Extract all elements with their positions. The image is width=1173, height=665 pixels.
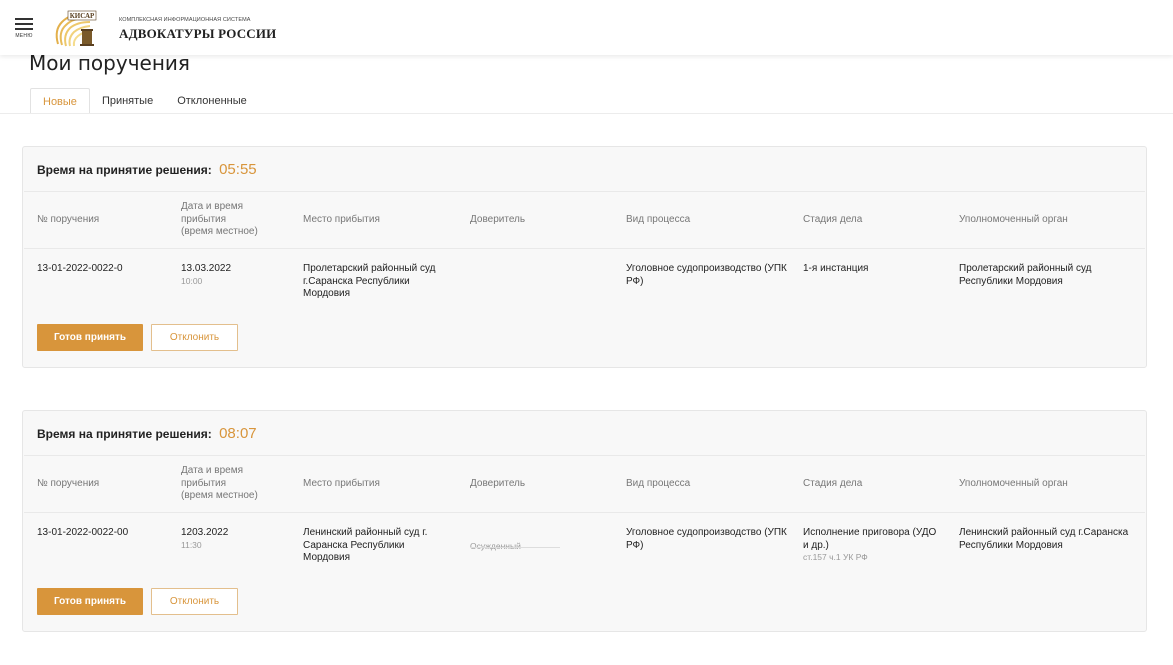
case-stage-label: 1-я инстанция bbox=[803, 263, 869, 274]
logo[interactable]: КИСАР bbox=[52, 8, 114, 48]
principal-redacted bbox=[470, 547, 560, 548]
divider bbox=[24, 512, 1145, 513]
column-header-principal: Доверитель bbox=[470, 478, 526, 489]
arrival-datetime: 13.03.2022 10:00 bbox=[181, 263, 291, 287]
timer-value: 08:07 bbox=[219, 425, 257, 442]
column-header-datetime-line: Дата и время bbox=[181, 465, 244, 476]
case-stage: 1-я инстанция bbox=[803, 263, 943, 276]
column-header-stage: Стадия дела bbox=[803, 214, 863, 225]
process-type: Уголовное судопроизводство (УПК РФ) bbox=[626, 527, 787, 551]
hamburger-icon-bar bbox=[15, 28, 33, 30]
arrival-date: 1203.2022 bbox=[181, 527, 229, 538]
column-header-datetime-line: прибытия bbox=[181, 213, 227, 225]
tabs: Новые Принятые Отклоненные bbox=[30, 88, 259, 114]
assignment-number: 13-01-2022-0022-0 bbox=[37, 263, 123, 274]
menu-button[interactable]: МЕНЮ bbox=[12, 18, 36, 42]
authority: Ленинский районный суд г.Саранска Респуб… bbox=[959, 527, 1129, 551]
logo-badge-text: КИСАР bbox=[70, 12, 95, 20]
tab-declined[interactable]: Отклоненные bbox=[165, 88, 259, 114]
column-header-number: № поручения bbox=[37, 478, 100, 489]
arrival-time: 11:30 bbox=[181, 539, 202, 550]
column-header-datetime-line: Дата и время bbox=[181, 201, 244, 212]
tab-new[interactable]: Новые bbox=[30, 88, 90, 114]
column-header-datetime: Дата и время прибытия (время местное) bbox=[181, 465, 258, 503]
arrival-place: Пролетарский районный суд г.Саранска Рес… bbox=[303, 263, 436, 299]
column-header-authority: Уполномоченный орган bbox=[959, 214, 1068, 225]
menu-label: МЕНЮ bbox=[15, 33, 33, 39]
column-header-stage: Стадия дела bbox=[803, 478, 863, 489]
divider bbox=[24, 191, 1145, 192]
decline-button[interactable]: Отклонить bbox=[151, 324, 238, 351]
column-header-process: Вид процесса bbox=[626, 214, 691, 225]
arrival-place: Ленинский районный суд г. Саранска Респу… bbox=[303, 527, 428, 563]
column-header-authority: Уполномоченный орган bbox=[959, 478, 1068, 489]
column-header-datetime-line: прибытия bbox=[181, 477, 227, 489]
app-title: АДВОКАТУРЫ РОССИИ bbox=[119, 26, 277, 41]
column-header-number: № поручения bbox=[37, 214, 100, 225]
decision-timer: Время на принятие решения: 05:55 bbox=[37, 161, 257, 178]
hamburger-icon bbox=[15, 18, 33, 20]
arrival-datetime: 1203.2022 11:30 bbox=[181, 527, 291, 551]
hamburger-icon-bar bbox=[15, 23, 33, 25]
column-header-place: Место прибытия bbox=[303, 214, 380, 225]
divider bbox=[24, 455, 1145, 456]
case-stage: Исполнение приговора (УДО и др.) ст.157 … bbox=[803, 527, 943, 563]
timer-label: Время на принятие решения: bbox=[37, 163, 212, 177]
tab-accepted[interactable]: Принятые bbox=[90, 88, 165, 114]
column-header-datetime-line: (время местное) bbox=[181, 490, 258, 501]
app-subtitle: КОМПЛЕКСНАЯ ИНФОРМАЦИОННАЯ СИСТЕМА bbox=[119, 17, 251, 23]
process-type: Уголовное судопроизводство (УПК РФ) bbox=[626, 263, 787, 287]
column-header-datetime: Дата и время прибытия (время местное) bbox=[181, 201, 258, 239]
decision-timer: Время на принятие решения: 08:07 bbox=[37, 425, 257, 442]
accept-button[interactable]: Готов принять bbox=[37, 324, 143, 351]
column-header-place: Место прибытия bbox=[303, 478, 380, 489]
case-stage-label: Исполнение приговора (УДО и др.) bbox=[803, 527, 937, 551]
case-stage-article: ст.157 ч.1 УК РФ bbox=[803, 552, 868, 562]
timer-label: Время на принятие решения: bbox=[37, 427, 212, 441]
divider bbox=[24, 248, 1145, 249]
assignment-number: 13-01-2022-0022-00 bbox=[37, 527, 129, 538]
column-header-datetime-line: (время местное) bbox=[181, 226, 258, 237]
column-header-principal: Доверитель bbox=[470, 214, 526, 225]
arrival-date: 13.03.2022 bbox=[181, 263, 232, 274]
authority: Пролетарский районный суд Республики Мор… bbox=[959, 263, 1092, 287]
assignment-card: Время на принятие решения: 05:55 № поруч… bbox=[22, 146, 1147, 368]
principal: Осужденный bbox=[470, 527, 610, 552]
column-header-process: Вид процесса bbox=[626, 478, 691, 489]
accept-button[interactable]: Готов принять bbox=[37, 588, 143, 615]
decline-button[interactable]: Отклонить bbox=[151, 588, 238, 615]
top-bar: МЕНЮ КИСАР КОМПЛЕКСНАЯ ИНФОРМАЦИОННАЯ СИ… bbox=[0, 0, 1173, 55]
tabs-divider bbox=[0, 113, 1173, 114]
arrival-time: 10:00 bbox=[181, 275, 203, 286]
timer-value: 05:55 bbox=[219, 161, 257, 178]
assignment-card: Время на принятие решения: 08:07 № поруч… bbox=[22, 410, 1147, 632]
